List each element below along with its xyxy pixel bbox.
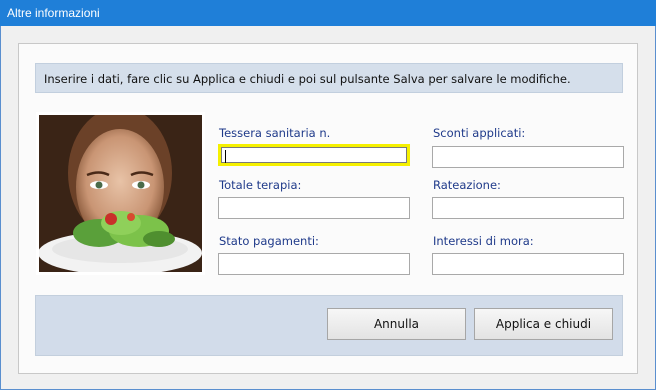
info-text: Inserire i dati, fare clic su Applica e … xyxy=(44,72,571,86)
label-stato-pagamenti: Stato pagamenti: xyxy=(219,234,319,248)
dialog-window: Inserire i dati, fare clic su Applica e … xyxy=(0,26,656,390)
label-rateazione: Rateazione: xyxy=(433,178,501,192)
label-tessera-sanitaria: Tessera sanitaria n. xyxy=(219,126,331,140)
window-title: Altre informazioni xyxy=(7,6,100,20)
label-totale-terapia: Totale terapia: xyxy=(219,178,302,192)
apply-and-close-button[interactable]: Applica e chiudi xyxy=(474,308,613,340)
text-caret xyxy=(225,150,226,163)
rateazione-field[interactable] xyxy=(432,197,624,219)
button-bar: Annulla Applica e chiudi xyxy=(35,295,623,356)
sconti-applicati-field[interactable] xyxy=(432,146,624,168)
cancel-button[interactable]: Annulla xyxy=(327,308,466,340)
label-sconti-applicati: Sconti applicati: xyxy=(433,126,526,140)
salad-photo xyxy=(36,112,205,275)
salad-photo-illustration xyxy=(39,115,202,272)
interessi-di-mora-field[interactable] xyxy=(432,253,624,275)
content-panel: Inserire i dati, fare clic su Applica e … xyxy=(18,43,638,374)
tessera-sanitaria-field[interactable] xyxy=(218,144,410,166)
cancel-button-label: Annulla xyxy=(373,317,420,331)
totale-terapia-field[interactable] xyxy=(218,197,410,219)
title-bar: Altre informazioni xyxy=(0,0,656,26)
info-bar: Inserire i dati, fare clic su Applica e … xyxy=(35,63,623,93)
apply-and-close-button-label: Applica e chiudi xyxy=(495,317,592,331)
label-interessi-di-mora: Interessi di mora: xyxy=(433,234,534,248)
stato-pagamenti-field[interactable] xyxy=(218,253,410,275)
